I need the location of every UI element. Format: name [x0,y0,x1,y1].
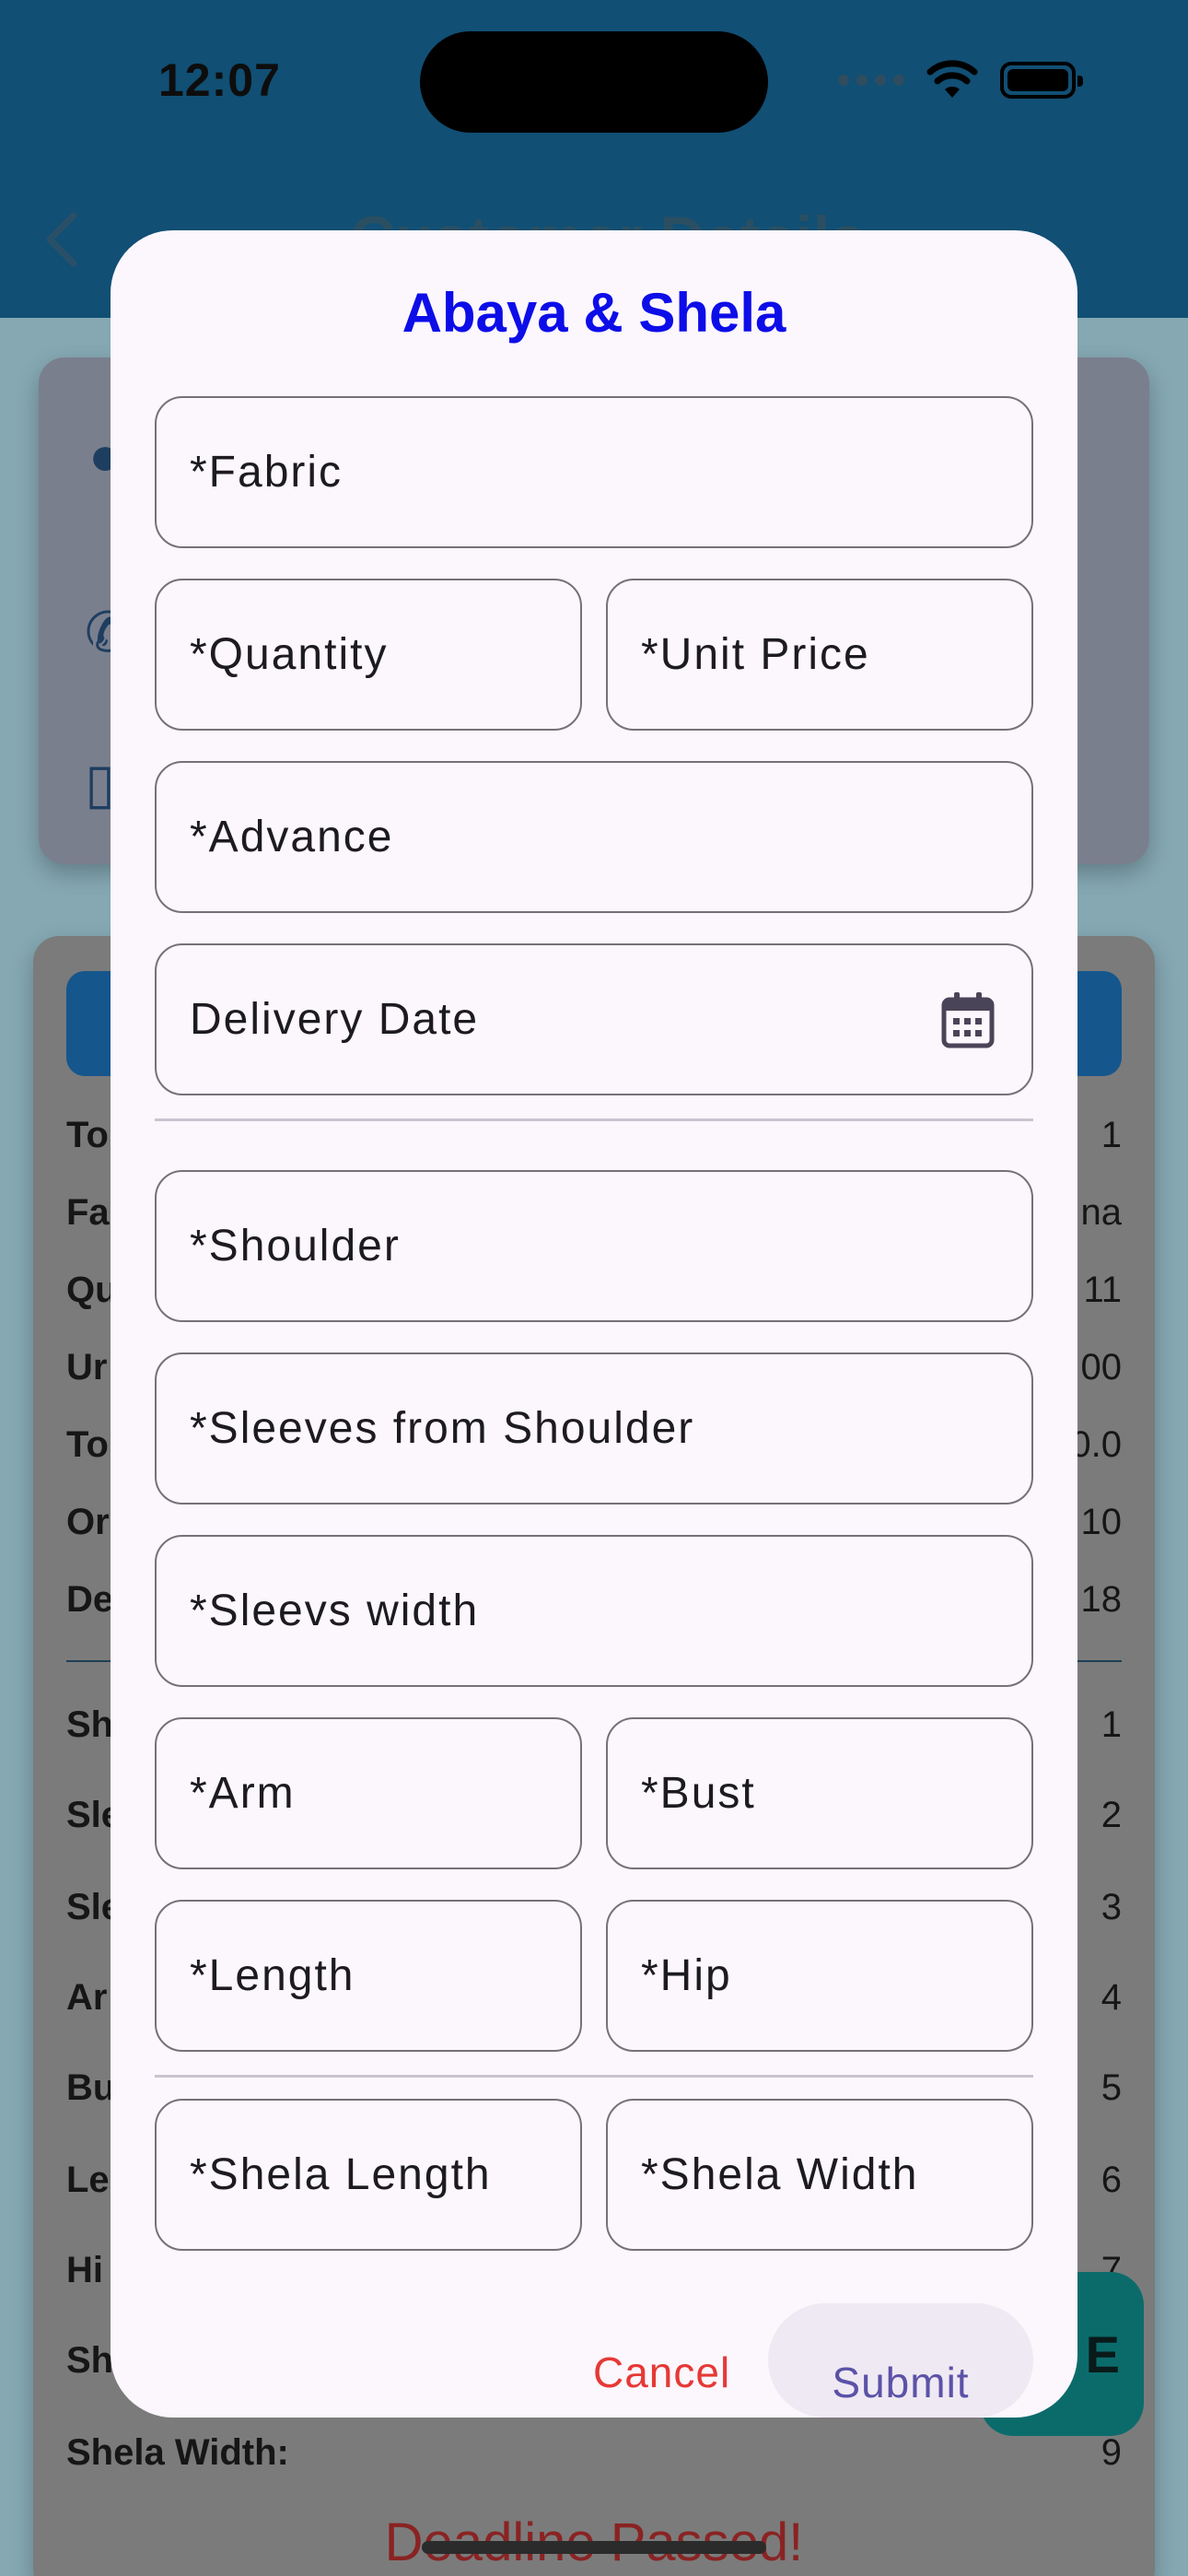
detail-value: 00 [1080,1347,1123,1388]
measurement-label: Sh [66,1704,114,1745]
bust-field[interactable]: *Bust [606,1717,1033,1869]
detail-value: 0.0 [1070,1424,1122,1465]
sleeves-from-shoulder-label: *Sleeves from Shoulder [190,1404,695,1453]
measurement-value: 1 [1101,1704,1122,1745]
detail-label: Ur [66,1347,108,1388]
detail-value: na [1080,1192,1123,1233]
measurement-value: 3 [1101,1887,1122,1927]
section-divider [155,1118,1033,1121]
wifi-icon [926,60,978,98]
detail-value: 11 [1083,1270,1122,1310]
status-icons [838,59,1083,101]
unit-price-label: *Unit Price [641,630,870,679]
advance-field[interactable]: *Advance [155,761,1033,913]
detail-value: 18 [1080,1579,1123,1620]
unit-price-field[interactable]: *Unit Price [606,579,1033,731]
shela-length-field[interactable]: *Shela Length [155,2099,582,2251]
fabric-field[interactable]: *Fabric [155,396,1033,548]
measurement-label: Shela Width: [66,2432,289,2473]
sleeves-from-shoulder-field[interactable]: *Sleeves from Shoulder [155,1352,1033,1505]
detail-value: 1 [1101,1115,1122,1155]
length-field[interactable]: *Length [155,1900,582,2052]
delivery-date-label: Delivery Date [190,995,480,1044]
quantity-field[interactable]: *Quantity [155,579,582,731]
measurement-label: Ar [66,1977,108,2018]
submit-button[interactable]: Submit [768,2303,1033,2418]
advance-label: *Advance [190,813,394,861]
shoulder-label: *Shoulder [190,1222,401,1270]
shela-width-label: *Shela Width [641,2150,919,2199]
hip-label: *Hip [641,1951,732,2000]
measurement-label: Bu [66,2067,116,2108]
measurement-value: 6 [1101,2160,1122,2200]
battery-icon [1000,62,1083,99]
sleeves-width-label: *Sleevs width [190,1587,480,1635]
measurement-value: 4 [1101,1977,1122,2018]
dynamic-island [420,31,768,133]
shela-width-field[interactable]: *Shela Width [606,2099,1033,2251]
detail-label: To [66,1115,109,1155]
bust-label: *Bust [641,1769,756,1818]
measurement-value: 9 [1101,2432,1122,2473]
cancel-button[interactable]: Cancel [593,2348,730,2397]
measurement-label: Sh [66,2340,114,2381]
arm-field[interactable]: *Arm [155,1717,582,1869]
sleeves-width-field[interactable]: *Sleevs width [155,1535,1033,1687]
section-divider [155,2075,1033,2078]
abaya-shela-dialog: Abaya & Shela *Fabric *Quantity *Unit Pr… [111,230,1077,2418]
fabric-label: *Fabric [190,448,344,497]
detail-value: 10 [1080,1502,1123,1542]
dialog-title: Abaya & Shela [402,282,786,344]
quantity-label: *Quantity [190,630,389,679]
calendar-icon[interactable] [941,990,995,1049]
hip-field[interactable]: *Hip [606,1900,1033,2052]
measurement-label: Hi [66,2250,103,2290]
back-arrow-icon[interactable] [37,205,92,275]
detail-label: To [66,1424,109,1465]
detail-label: Or [66,1502,110,1542]
fab-label: E [1085,2324,1120,2383]
submit-label: Submit [832,2359,970,2406]
delivery-date-field[interactable]: Delivery Date [155,943,1033,1095]
dialog-actions: Cancel Submit [111,2303,1077,2418]
home-indicator [422,2541,766,2554]
measurement-value: 2 [1101,1795,1122,1835]
detail-label: Fa [66,1192,110,1233]
cellular-signal-icon [838,75,904,86]
detail-label: De [66,1579,114,1620]
measurement-label: Le [66,2160,110,2200]
status-time: 12:07 [158,54,281,106]
shela-length-label: *Shela Length [190,2150,492,2199]
arm-label: *Arm [190,1769,296,1818]
length-label: *Length [190,1951,355,2000]
shoulder-field[interactable]: *Shoulder [155,1170,1033,1322]
measurement-value: 5 [1101,2067,1122,2108]
